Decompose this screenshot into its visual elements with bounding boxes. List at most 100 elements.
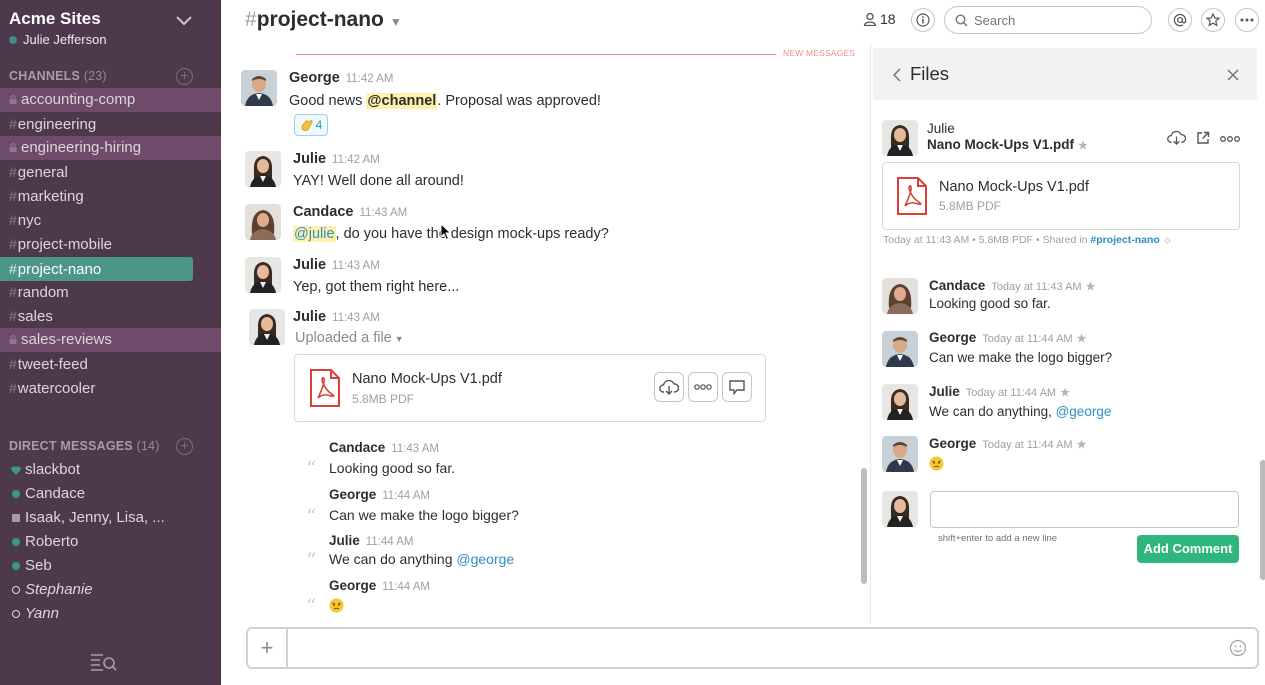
current-user[interactable]: Julie Jefferson [9, 32, 107, 47]
team-name[interactable]: Acme Sites [9, 9, 101, 29]
close-icon[interactable] [1227, 69, 1239, 81]
cloud-download-icon[interactable] [1167, 129, 1186, 146]
sidebar-item-project-mobile[interactable]: #project-mobile [0, 232, 221, 256]
star-icon[interactable]: ★ [1060, 387, 1070, 399]
search-input[interactable] [944, 6, 1152, 34]
attach-button[interactable]: + [248, 629, 288, 667]
more-actions-button[interactable] [688, 372, 718, 402]
comment-time[interactable]: Today at 11:44 AM [982, 333, 1072, 345]
channel-title[interactable]: #project-nano ▼ [245, 8, 402, 32]
message-author[interactable]: Candace 11:43 AM [293, 204, 407, 220]
star-icon[interactable]: ★ [1078, 140, 1088, 152]
messages-scrollbar[interactable] [861, 468, 867, 584]
message-input[interactable] [296, 638, 1196, 658]
comment-time[interactable]: Today at 11:44 AM [982, 439, 1072, 451]
sidebar-item-accounting-comp[interactable]: accounting-comp [0, 88, 221, 112]
comment-author[interactable]: George 11:44 AM [329, 487, 430, 502]
mentions-icon[interactable] [1168, 8, 1192, 32]
files-panel-scrollbar[interactable] [1260, 460, 1265, 580]
panel-file-preview[interactable]: Nano Mock-Ups V1.pdf 5.8MB PDF [882, 162, 1240, 230]
sidebar-item-engineering[interactable]: #engineering [0, 112, 221, 136]
star-icon[interactable]: ★ [1077, 439, 1087, 451]
avatar-julie[interactable] [245, 257, 281, 293]
file-name[interactable]: Nano Mock-Ups V1.pdf [352, 371, 502, 387]
more-icon[interactable] [1220, 136, 1240, 142]
external-link-icon[interactable] [1196, 131, 1210, 145]
sidebar-item-marketing[interactable]: #marketing [0, 184, 221, 208]
avatar-candace[interactable] [245, 204, 281, 240]
chevron-left-icon[interactable] [893, 68, 901, 82]
upload-note[interactable]: Uploaded a file ▼ [295, 330, 404, 346]
star-icon[interactable] [1201, 8, 1225, 32]
comment-time[interactable]: 11:44 AM [366, 536, 414, 548]
quick-switcher-icon[interactable] [90, 652, 118, 672]
message-time[interactable]: 11:42 AM [346, 73, 394, 85]
channel-mention[interactable]: @channel [366, 93, 438, 109]
add-comment-button[interactable]: Add Comment [1137, 535, 1239, 563]
info-icon[interactable] [911, 8, 935, 32]
reaction-clap[interactable]: 4 [294, 114, 328, 136]
comment-author[interactable]: George Today at 11:44 AM ★ [929, 330, 1086, 345]
dm-item-stephanie[interactable]: Stephanie [0, 578, 221, 602]
sidebar-item-sales[interactable]: #sales [0, 304, 221, 328]
user-mention[interactable]: @george [1056, 404, 1112, 419]
avatar-george[interactable] [882, 331, 918, 367]
comment-author[interactable]: Candace 11:43 AM [329, 440, 439, 455]
file-uploader[interactable]: Julie [927, 121, 955, 136]
message-time[interactable]: 11:43 AM [359, 207, 407, 219]
comment-time[interactable]: 11:43 AM [391, 443, 439, 455]
member-count[interactable]: 18 [863, 11, 896, 27]
dm-item-seb[interactable]: Seb [0, 554, 221, 578]
message-time[interactable]: 11:43 AM [332, 312, 380, 324]
comment-time[interactable]: Today at 11:43 AM [991, 281, 1081, 293]
dm-item-slackbot[interactable]: slackbot [0, 458, 221, 482]
add-channel-icon[interactable]: + [176, 68, 193, 85]
avatar-candace[interactable] [882, 278, 918, 314]
star-icon[interactable]: ★ [1086, 281, 1096, 293]
sidebar-item-nyc[interactable]: #nyc [0, 208, 221, 232]
message-author[interactable]: George 11:42 AM [289, 70, 394, 86]
sidebar-item-project-nano[interactable]: #project-nano [0, 257, 193, 281]
message-author[interactable]: Julie 11:43 AM [293, 309, 380, 325]
sidebar-item-tweet-feed[interactable]: #tweet-feed [0, 352, 221, 376]
comment-time[interactable]: 11:44 AM [382, 581, 430, 593]
avatar-julie[interactable] [245, 151, 281, 187]
comment-author[interactable]: Candace Today at 11:43 AM ★ [929, 278, 1095, 293]
avatar-julie[interactable] [882, 384, 918, 420]
dm-item-roberto[interactable]: Roberto [0, 530, 221, 554]
comment-author[interactable]: Julie 11:44 AM [329, 533, 414, 548]
more-icon[interactable] [1235, 8, 1259, 32]
star-icon[interactable]: ★ [1077, 333, 1087, 345]
message-time[interactable]: 11:43 AM [332, 260, 380, 272]
avatar-julie[interactable] [249, 309, 285, 345]
chevron-down-icon[interactable] [176, 16, 192, 26]
message-author[interactable]: Julie 11:42 AM [293, 151, 380, 167]
comment-author[interactable]: George Today at 11:44 AM ★ [929, 436, 1086, 451]
dm-item-group[interactable]: Isaak, Jenny, Lisa, ... [0, 506, 221, 530]
file-attachment[interactable]: Nano Mock-Ups V1.pdf 5.8MB PDF [294, 354, 766, 422]
comment-time[interactable]: 11:44 AM [382, 490, 430, 502]
file-title[interactable]: Nano Mock-Ups V1.pdf ★ [927, 137, 1088, 152]
avatar-julie[interactable] [882, 120, 918, 156]
channels-heading[interactable]: CHANNELS (23) [9, 69, 107, 83]
comment-button[interactable] [722, 372, 752, 402]
message-author[interactable]: Julie 11:43 AM [293, 257, 380, 273]
user-mention[interactable]: @george [456, 551, 514, 567]
dm-heading[interactable]: DIRECT MESSAGES (14) [9, 439, 160, 453]
comment-time[interactable]: Today at 11:44 AM [966, 387, 1056, 399]
avatar-george[interactable] [882, 436, 918, 472]
download-button[interactable] [654, 372, 684, 402]
add-dm-icon[interactable]: + [176, 438, 193, 455]
sidebar-item-engineering-hiring[interactable]: engineering-hiring [0, 136, 221, 160]
sidebar-item-general[interactable]: #general [0, 160, 221, 184]
comment-input[interactable] [930, 491, 1239, 528]
sidebar-item-watercooler[interactable]: #watercooler [0, 376, 221, 400]
sidebar-item-sales-reviews[interactable]: sales-reviews [0, 328, 221, 352]
search-field[interactable] [974, 12, 1134, 28]
message-time[interactable]: 11:42 AM [332, 154, 380, 166]
avatar-george[interactable] [241, 70, 277, 106]
dm-item-candace[interactable]: Candace [0, 482, 221, 506]
shared-channel-link[interactable]: #project-nano [1090, 234, 1159, 246]
emoji-icon[interactable] [1229, 639, 1247, 657]
comment-author[interactable]: George 11:44 AM [329, 578, 430, 593]
